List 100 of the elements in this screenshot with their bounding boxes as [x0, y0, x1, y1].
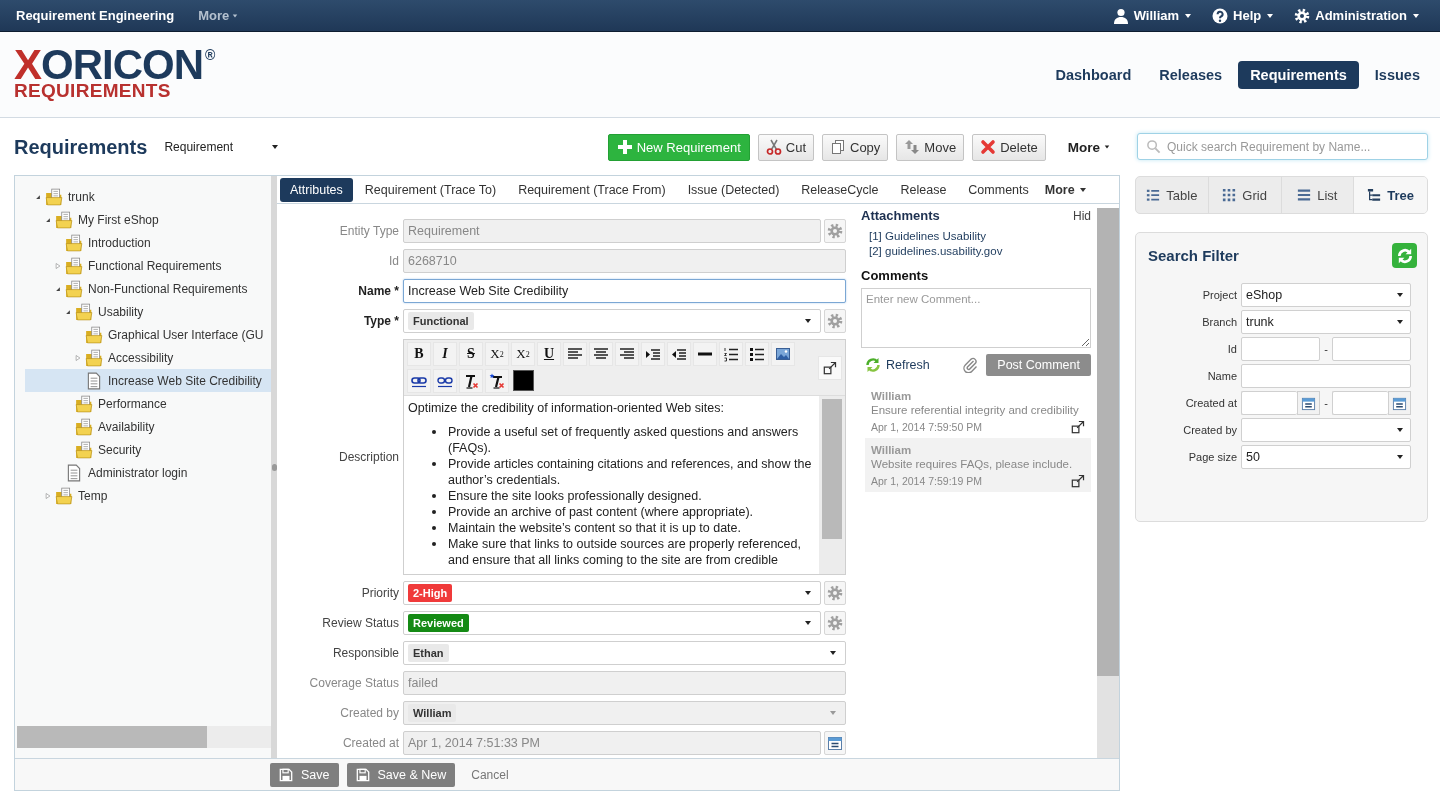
scrollbar[interactable] — [17, 726, 271, 748]
unlink-button[interactable] — [433, 369, 457, 393]
indent-button[interactable] — [641, 342, 665, 366]
search-field[interactable]: Quick search Requirement by Name... — [1137, 133, 1428, 160]
tree-item[interactable]: trunk — [25, 185, 271, 208]
scrollbar-thumb[interactable] — [17, 726, 207, 748]
bold-button[interactable]: B — [407, 342, 431, 366]
copy-button[interactable]: Copy — [822, 133, 889, 161]
tree-item[interactable]: Availability — [25, 415, 271, 438]
attach-button[interactable] — [962, 357, 979, 373]
clear-format-button[interactable] — [459, 369, 483, 393]
maximize-button[interactable] — [818, 356, 842, 380]
save-button[interactable]: Save & New — [346, 762, 456, 787]
color-swatch[interactable] — [513, 370, 534, 391]
bullet-dot — [432, 494, 436, 498]
tree-item[interactable]: Introduction — [25, 231, 271, 254]
align-right-button[interactable] — [615, 342, 639, 366]
scrollbar-thumb[interactable] — [822, 399, 842, 539]
tab[interactable]: Release — [890, 177, 957, 202]
view-tab[interactable]: Grid — [1208, 177, 1282, 213]
view-tab[interactable]: Tree — [1354, 177, 1427, 213]
move-button[interactable]: Move — [896, 133, 965, 161]
comment-field[interactable]: Enter new Comment... — [861, 288, 1091, 348]
user-menu[interactable]: Administration — [1294, 7, 1420, 24]
list-item: Provide articles containing citations and references, and show the author’s credentials. — [448, 456, 813, 488]
entity-select[interactable]: Requirement — [164, 140, 280, 154]
nav-tab[interactable]: Dashboard — [1043, 60, 1144, 89]
more-menu[interactable]: More — [1044, 182, 1087, 197]
splitter-handle[interactable] — [271, 463, 277, 471]
settings-button[interactable] — [824, 611, 846, 635]
tree-item[interactable]: My First eShop — [25, 208, 271, 231]
dropdown[interactable]: 50 — [1241, 445, 1411, 469]
rule-button[interactable] — [693, 342, 717, 366]
link-button[interactable] — [407, 369, 431, 393]
save-button[interactable]: Save — [270, 762, 339, 787]
settings-button[interactable] — [824, 309, 846, 333]
dropdown[interactable]: 2-High — [403, 581, 821, 605]
hide-link[interactable]: Hid — [1073, 208, 1091, 223]
outdent-button[interactable] — [667, 342, 691, 366]
field-label: Entity Type — [338, 224, 400, 238]
dropdown[interactable]: Functional — [403, 309, 821, 333]
bulleted-list-button[interactable] — [745, 342, 769, 366]
nav-tab[interactable]: Requirements — [1238, 60, 1359, 89]
user-menu[interactable]: William — [1112, 7, 1193, 24]
dropdown[interactable]: trunk — [1241, 310, 1411, 334]
dropdown[interactable]: eShop — [1241, 283, 1411, 307]
text-field[interactable] — [1241, 364, 1411, 388]
more-menu[interactable]: More — [1067, 139, 1110, 155]
refresh-button[interactable]: Refresh — [865, 357, 930, 373]
tree-item[interactable]: Non-Functional Requirements — [25, 277, 271, 300]
tree-item[interactable]: Security — [25, 438, 271, 461]
open-button[interactable] — [1071, 420, 1085, 434]
app-title[interactable]: Requirement Engineering — [16, 8, 175, 23]
tab[interactable]: Comments — [958, 177, 1039, 202]
tree-item[interactable]: Performance — [25, 392, 271, 415]
view-tab[interactable]: Table — [1136, 177, 1209, 213]
tree-item[interactable]: Graphical User Interface (GU — [25, 323, 271, 346]
rich-text-editor[interactable] — [403, 339, 846, 575]
dropdown[interactable]: Reviewed — [403, 611, 821, 635]
attachment-link[interactable]: [2] guidelines.usability.gov — [869, 244, 1091, 259]
clear-all-button[interactable] — [485, 369, 509, 393]
numbered-list-button[interactable] — [719, 342, 743, 366]
nav-tab[interactable]: Issues — [1362, 60, 1432, 89]
tab[interactable]: Attributes — [280, 177, 353, 202]
tab[interactable]: ReleaseCycle — [791, 177, 889, 202]
tree-item[interactable]: Accessibility — [25, 346, 271, 369]
align-center-button[interactable] — [589, 342, 613, 366]
cut-button[interactable]: Cut — [757, 133, 814, 161]
image-button[interactable] — [771, 342, 795, 366]
user-menu[interactable]: Help — [1212, 7, 1275, 24]
strikethrough-button[interactable]: S — [459, 342, 483, 366]
refresh-button[interactable] — [1392, 243, 1417, 268]
more-menu[interactable]: More — [198, 8, 239, 23]
tree-item[interactable]: Functional Requirements — [25, 254, 271, 277]
delete-button[interactable]: Delete — [972, 133, 1046, 161]
align-left-button[interactable] — [563, 342, 587, 366]
calendar-button[interactable] — [1297, 391, 1321, 415]
calendar-button[interactable] — [1388, 391, 1411, 415]
settings-button[interactable] — [824, 581, 846, 605]
attachment-link[interactable]: [1] Guidelines Usability — [869, 229, 1091, 244]
date-field[interactable] — [1331, 391, 1388, 415]
tab[interactable]: Requirement (Trace To) — [354, 177, 507, 202]
cancel-link[interactable]: Cancel — [471, 767, 509, 782]
scrollbar[interactable] — [819, 396, 845, 574]
tree-item[interactable]: Temp — [25, 484, 271, 507]
italic-button[interactable]: I — [433, 342, 457, 366]
caret-icon — [1396, 291, 1404, 299]
text-field[interactable] — [1241, 337, 1321, 361]
date-field[interactable] — [1241, 391, 1298, 415]
text-field[interactable]: Increase Web Site Credibility — [403, 279, 846, 303]
underline-button[interactable]: U — [537, 342, 561, 366]
dropdown[interactable]: Ethan — [403, 641, 846, 665]
tab[interactable]: Requirement (Trace From) — [508, 177, 676, 202]
text-field[interactable] — [1331, 337, 1411, 361]
open-button[interactable] — [1071, 474, 1085, 488]
tree-item[interactable]: Increase Web Site Credibility — [25, 369, 271, 392]
tree-item[interactable]: Usability — [25, 300, 271, 323]
tree-item[interactable]: Administrator login — [25, 461, 271, 484]
tab[interactable]: Issue (Detected) — [677, 177, 790, 202]
nav-tab[interactable]: Releases — [1147, 60, 1235, 89]
